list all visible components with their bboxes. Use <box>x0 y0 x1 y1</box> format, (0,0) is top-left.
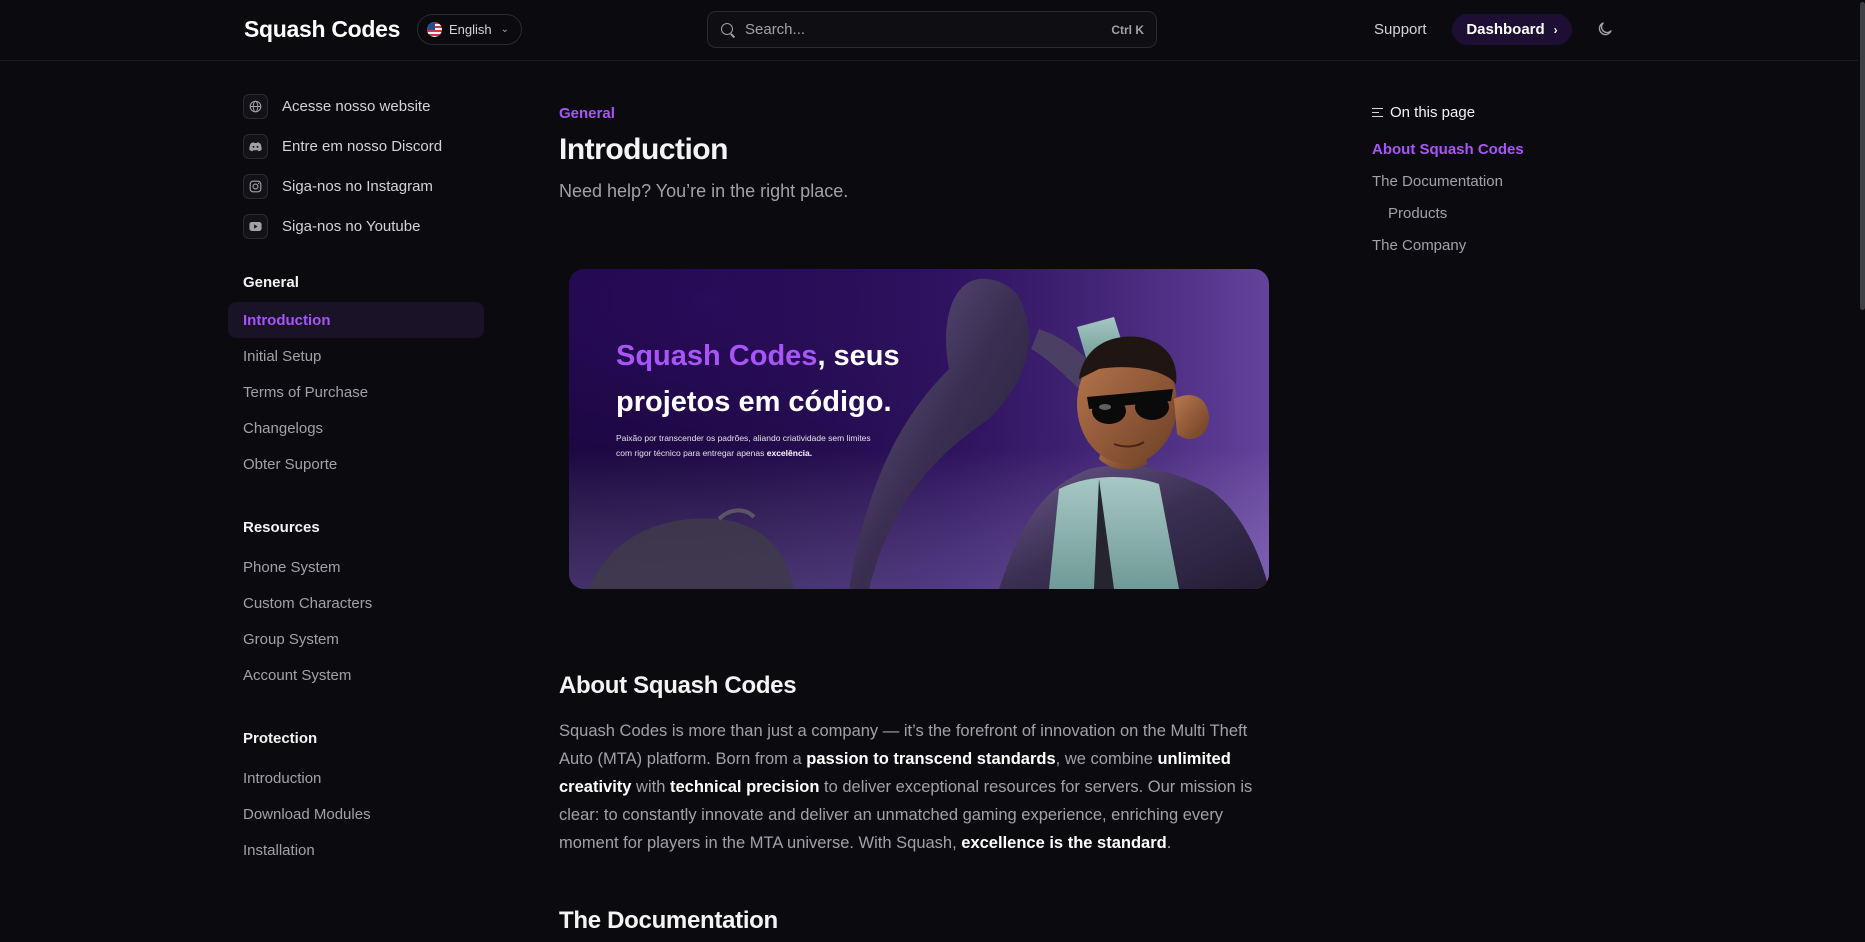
sidebar-link-discord[interactable]: Entre em nosso Discord <box>243 133 442 159</box>
support-link[interactable]: Support <box>1374 21 1427 38</box>
sidebar-item-custom-characters[interactable]: Custom Characters <box>228 585 484 621</box>
breadcrumb[interactable]: General <box>559 105 615 122</box>
dashboard-button[interactable]: Dashboard › <box>1452 14 1572 45</box>
about-bold-1: passion to transcend standards <box>806 750 1056 768</box>
site-logo[interactable]: Squash Codes <box>244 16 400 43</box>
toc-title: On this page <box>1390 104 1476 121</box>
sidebar-link-label: Entre em nosso Discord <box>282 137 443 155</box>
section-heading-about: About Squash Codes <box>559 672 797 699</box>
us-flag-icon <box>427 22 442 37</box>
language-selector[interactable]: English ⌄ <box>417 14 522 45</box>
sidebar-item-download-modules[interactable]: Download Modules <box>228 796 484 832</box>
about-paragraph: Squash Codes is more than just a company… <box>559 717 1279 857</box>
sidebar-item-obter-suporte[interactable]: Obter Suporte <box>228 446 484 482</box>
list-icon <box>1372 107 1383 118</box>
sidebar-link-label: Siga-nos no Instagram <box>282 177 433 195</box>
top-navbar: Squash Codes English ⌄ Ctrl K Support Da… <box>0 0 1865 61</box>
about-bold-4: excellence is the standard <box>961 834 1167 852</box>
moon-icon[interactable] <box>1596 20 1614 38</box>
globe-icon <box>243 93 268 119</box>
about-text-3: with <box>631 778 670 796</box>
youtube-icon <box>243 213 268 239</box>
sidebar-link-label: Siga-nos no Youtube <box>282 217 421 235</box>
page-subtitle: Need help? You’re in the right place. <box>559 181 849 201</box>
sidebar-item-changelogs[interactable]: Changelogs <box>228 410 484 446</box>
chevron-down-icon: ⌄ <box>500 24 510 35</box>
about-bold-3: technical precision <box>669 778 820 796</box>
toc-item-about[interactable]: About Squash Codes <box>1372 141 1524 158</box>
sidebar-link-instagram[interactable]: Siga-nos no Instagram <box>243 173 433 199</box>
search-input[interactable] <box>745 21 1112 38</box>
toc-item-products[interactable]: Products <box>1388 205 1447 222</box>
sidebar-item-initial-setup[interactable]: Initial Setup <box>228 338 484 374</box>
search-box[interactable]: Ctrl K <box>707 11 1157 48</box>
sidebar-item-protection-introduction[interactable]: Introduction <box>228 760 484 796</box>
hero-banner: Squash Codes, seus projetos em código. P… <box>569 269 1269 589</box>
sidebar-item-group-system[interactable]: Group System <box>228 621 484 657</box>
about-text-5: . <box>1166 834 1172 852</box>
sidebar-item-terms-of-purchase[interactable]: Terms of Purchase <box>228 374 484 410</box>
hero-tagline-text: Paixão por transcender os padrões, alian… <box>616 433 871 458</box>
scrollbar-thumb[interactable] <box>1860 2 1865 310</box>
dashboard-label: Dashboard <box>1466 21 1545 38</box>
hero-illustration <box>569 269 1269 589</box>
sidebar-item-introduction[interactable]: Introduction <box>228 302 484 338</box>
hero-tagline-bold: excelência. <box>766 448 813 458</box>
hero-brand: Squash Codes <box>616 340 818 372</box>
discord-icon <box>243 133 268 159</box>
sidebar-item-account-system[interactable]: Account System <box>228 657 484 693</box>
toc-item-documentation[interactable]: The Documentation <box>1372 173 1503 190</box>
section-heading-documentation: The Documentation <box>559 907 778 934</box>
about-text-2: , we combine <box>1055 750 1158 768</box>
instagram-icon <box>243 173 268 199</box>
search-shortcut: Ctrl K <box>1111 22 1144 37</box>
hero-headline: Squash Codes, seus projetos em código. <box>616 333 976 425</box>
toc-header: On this page <box>1372 104 1475 121</box>
sidebar-link-youtube[interactable]: Siga-nos no Youtube <box>243 213 420 239</box>
sidebar-section-protection: Protection <box>243 730 318 747</box>
sidebar-item-phone-system[interactable]: Phone System <box>228 549 484 585</box>
page-title: Introduction <box>559 133 728 166</box>
sidebar-section-general: General <box>243 274 299 291</box>
chevron-right-icon: › <box>1553 22 1558 37</box>
hero-tagline: Paixão por transcender os padrões, alian… <box>616 431 886 461</box>
search-icon <box>720 22 736 38</box>
sidebar-link-website[interactable]: Acesse nosso website <box>243 93 430 119</box>
toc-item-company[interactable]: The Company <box>1372 237 1466 254</box>
sidebar-section-resources: Resources <box>243 519 320 536</box>
language-label: English <box>449 22 492 37</box>
sidebar-link-label: Acesse nosso website <box>282 97 431 115</box>
sidebar-item-installation[interactable]: Installation <box>228 832 484 868</box>
